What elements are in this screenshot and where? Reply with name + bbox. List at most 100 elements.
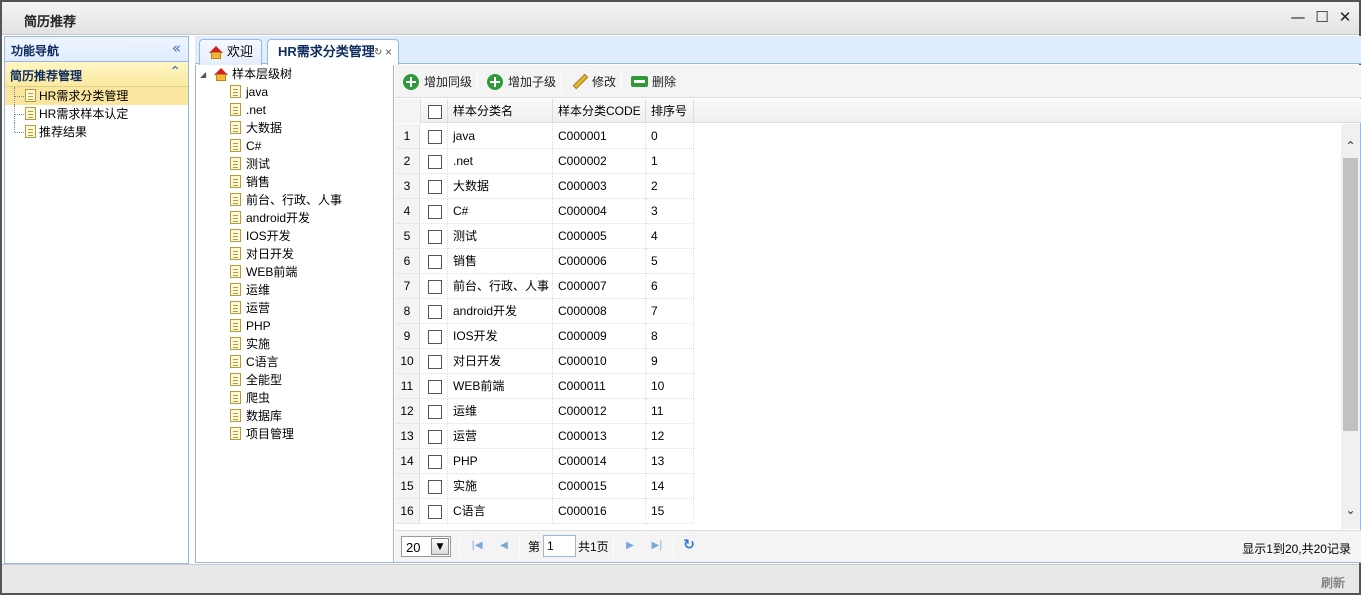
chevron-down-icon[interactable]: ▼ [431, 538, 449, 555]
tree-node[interactable]: 大数据 [230, 119, 342, 137]
tree-node[interactable]: 前台、行政、人事 [230, 191, 342, 209]
row-checkbox[interactable] [428, 254, 442, 269]
tree-node[interactable]: PHP [230, 317, 342, 335]
scroll-up-icon[interactable]: ⌃ [1341, 137, 1360, 155]
first-page-icon[interactable]: |◀ [469, 538, 485, 554]
tree-node[interactable]: IOS开发 [230, 227, 342, 245]
row-checkbox[interactable] [428, 329, 442, 344]
table-row[interactable]: 13 运营 C000013 12 [395, 424, 1343, 449]
table-row[interactable]: 14 PHP C000014 13 [395, 449, 1343, 474]
maximize-button[interactable]: ☐ [1313, 8, 1331, 26]
row-checkbox[interactable] [428, 304, 442, 319]
tree-node[interactable]: 对日开发 [230, 245, 342, 263]
scroll-down-icon[interactable]: ⌄ [1341, 501, 1360, 519]
minimize-button[interactable]: — [1289, 8, 1307, 26]
row-checkbox[interactable] [428, 179, 442, 194]
table-row[interactable]: 5 测试 C000005 4 [395, 224, 1343, 249]
tree-node[interactable]: 测试 [230, 155, 342, 173]
scroll-thumb[interactable] [1343, 158, 1358, 431]
row-checkbox[interactable] [428, 354, 442, 369]
sidebar-item-label: HR需求分类管理 [39, 89, 129, 103]
document-icon [25, 107, 36, 120]
sidebar-section-header[interactable]: 简历推荐管理 ⌃ [5, 62, 188, 87]
expand-icon[interactable]: ◢ [200, 66, 206, 83]
edit-button[interactable]: 修改 [571, 73, 616, 91]
row-checkbox[interactable] [428, 404, 442, 419]
table-row[interactable]: 12 运维 C000012 11 [395, 399, 1343, 424]
close-button[interactable]: ✕ [1336, 8, 1354, 26]
tree-node[interactable]: 爬虫 [230, 389, 342, 407]
select-all-checkbox[interactable] [428, 104, 442, 119]
tree-node[interactable]: C# [230, 137, 342, 155]
table-row[interactable]: 15 实施 C000015 14 [395, 474, 1343, 499]
tree-node[interactable]: C语言 [230, 353, 342, 371]
tree-node[interactable]: 运营 [230, 299, 342, 317]
grid-header: 样本分类名 样本分类CODE 排序号 [395, 99, 1361, 123]
sidebar-item-sample-confirmation[interactable]: HR需求样本认定 [5, 105, 188, 123]
tree-node[interactable]: 销售 [230, 173, 342, 191]
vertical-scrollbar[interactable]: ⌃ ⌄ [1341, 124, 1360, 529]
table-row[interactable]: 4 C# C000004 3 [395, 199, 1343, 224]
table-row[interactable]: 16 C语言 C000016 15 [395, 499, 1343, 524]
collapse-sidebar-icon[interactable]: « [172, 39, 181, 57]
tree-node[interactable]: 数据库 [230, 407, 342, 425]
next-page-icon[interactable]: ▶ [622, 538, 638, 554]
tree-node[interactable]: 实施 [230, 335, 342, 353]
row-checkbox[interactable] [428, 154, 442, 169]
tree-node[interactable]: java [230, 83, 342, 101]
collapse-section-icon[interactable]: ⌃ [169, 64, 181, 80]
row-checkbox[interactable] [428, 429, 442, 444]
last-page-icon[interactable]: ▶| [649, 538, 665, 554]
tree-node[interactable]: .net [230, 101, 342, 119]
grid-area: 增加同级 增加子级 修改 删除 样本分类名 样本分类CODE 排序号 1 jav… [395, 65, 1361, 562]
row-checkbox[interactable] [428, 454, 442, 469]
tree-node[interactable]: 项目管理 [230, 425, 342, 443]
close-tab-icon[interactable]: × [385, 40, 392, 64]
table-row[interactable]: 7 前台、行政、人事 C000007 6 [395, 274, 1343, 299]
table-row[interactable]: 2 .net C000002 1 [395, 149, 1343, 174]
document-icon [230, 193, 241, 206]
column-header-name[interactable]: 样本分类名 [448, 99, 553, 123]
row-number: 4 [395, 199, 420, 224]
row-checkbox[interactable] [428, 479, 442, 494]
column-header-code[interactable]: 样本分类CODE [553, 99, 646, 123]
refresh-button[interactable]: 刷新 [1321, 574, 1345, 591]
table-row[interactable]: 8 android开发 C000008 7 [395, 299, 1343, 324]
refresh-icon[interactable]: ↻ [681, 537, 697, 553]
page-size-select[interactable]: 20 ▼ [401, 536, 451, 557]
row-checkbox[interactable] [428, 379, 442, 394]
cell-code: C000003 [553, 174, 646, 199]
tree-node[interactable]: 运维 [230, 281, 342, 299]
page-number-input[interactable]: 1 [543, 535, 576, 557]
refresh-tab-icon[interactable]: ↻ [374, 41, 382, 65]
sidebar-item-category-management[interactable]: HR需求分类管理 [5, 87, 188, 105]
table-row[interactable]: 1 java C000001 0 [395, 124, 1343, 149]
row-checkbox[interactable] [428, 279, 442, 294]
row-checkbox-cell [421, 349, 448, 374]
row-checkbox[interactable] [428, 504, 442, 519]
sidebar-item-recommendation-results[interactable]: 推荐结果 [5, 123, 188, 141]
table-row[interactable]: 3 大数据 C000003 2 [395, 174, 1343, 199]
prev-page-icon[interactable]: ◀ [496, 538, 512, 554]
edit-label: 修改 [592, 75, 617, 89]
tab-welcome[interactable]: 欢迎 [199, 39, 262, 65]
row-checkbox[interactable] [428, 204, 442, 219]
add-sibling-button[interactable]: 增加同级 [403, 73, 472, 91]
page-size-value: 20 [406, 540, 421, 555]
cell-name: 测试 [448, 224, 553, 249]
row-checkbox[interactable] [428, 229, 442, 244]
delete-button[interactable]: 删除 [631, 73, 676, 91]
add-child-label: 增加子级 [508, 75, 557, 89]
tree-node[interactable]: android开发 [230, 209, 342, 227]
cell-code: C000011 [553, 374, 646, 399]
tab-category-management[interactable]: HR需求分类管理 ↻ × [267, 39, 399, 65]
tree-node[interactable]: WEB前端 [230, 263, 342, 281]
table-row[interactable]: 9 IOS开发 C000009 8 [395, 324, 1343, 349]
row-checkbox[interactable] [428, 129, 442, 144]
table-row[interactable]: 10 对日开发 C000010 9 [395, 349, 1343, 374]
table-row[interactable]: 6 销售 C000006 5 [395, 249, 1343, 274]
table-row[interactable]: 11 WEB前端 C000011 10 [395, 374, 1343, 399]
column-header-order[interactable]: 排序号 [646, 99, 694, 123]
tree-node[interactable]: 全能型 [230, 371, 342, 389]
add-child-button[interactable]: 增加子级 [487, 73, 556, 91]
